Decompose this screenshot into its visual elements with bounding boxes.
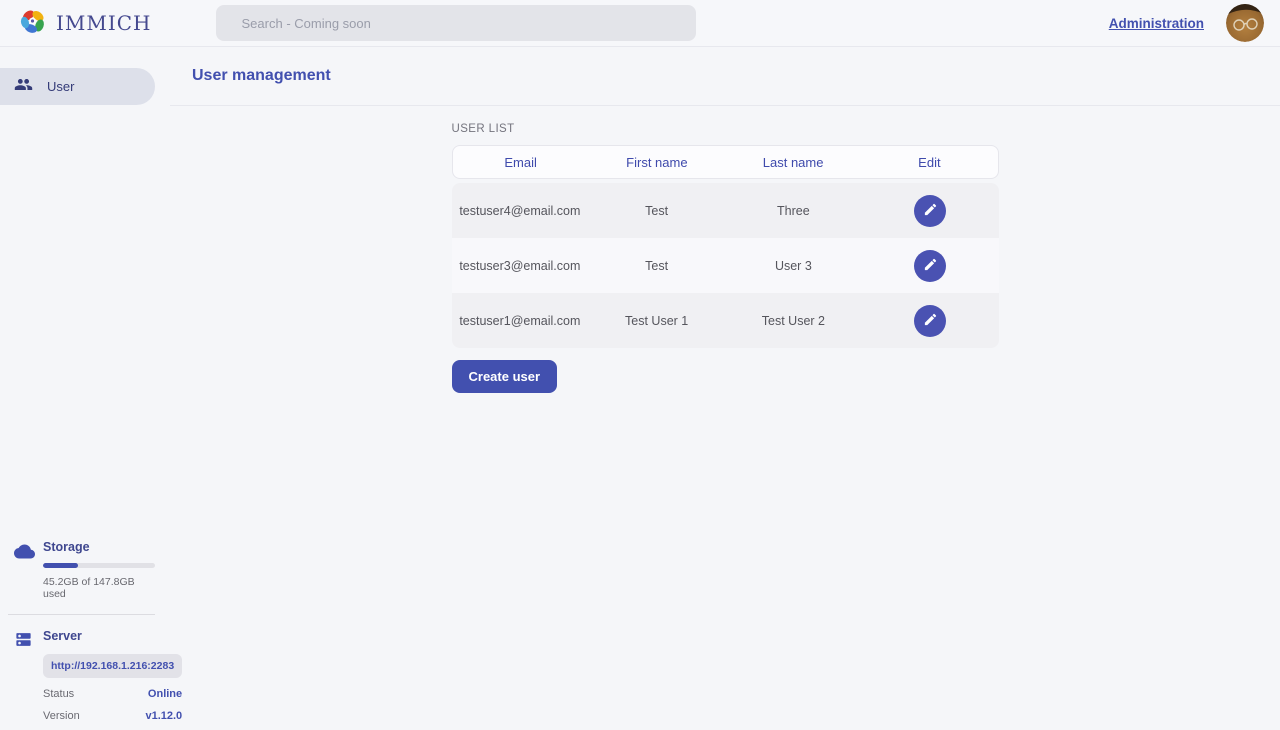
user-list-label: USER LIST [452,123,999,135]
create-user-button[interactable]: Create user [452,360,558,393]
cell-last-name: Test User 2 [725,314,862,328]
edit-user-button[interactable] [914,250,946,282]
storage-progress-fill [43,563,78,568]
server-title: Server [43,629,182,643]
title-bar: User management [170,47,1280,106]
edit-user-button[interactable] [914,195,946,227]
status-value: Online [148,688,182,700]
search-input[interactable] [216,5,696,41]
cell-email: testuser4@email.com [452,204,589,218]
column-header-email: Email [453,155,589,170]
people-icon [14,75,33,99]
immich-flower-icon [18,6,48,41]
storage-section: Storage 45.2GB of 147.8GB used [0,540,170,600]
logo-text: IMMICH [56,11,152,35]
storage-title: Storage [43,540,155,554]
storage-usage-text: 45.2GB of 147.8GB used [43,576,155,600]
server-icon [14,630,36,722]
cell-last-name: User 3 [725,259,862,273]
storage-progress-bar [43,563,155,568]
cell-first-name: Test User 1 [588,314,725,328]
cell-email: testuser3@email.com [452,259,589,273]
cell-email: testuser1@email.com [452,314,589,328]
pencil-icon [923,257,938,275]
version-label: Version [43,710,80,722]
table-row: testuser4@email.com Test Three [452,183,999,238]
cell-first-name: Test [588,259,725,273]
table-row: testuser3@email.com Test User 3 [452,238,999,293]
version-value: v1.12.0 [145,710,182,722]
status-label: Status [43,688,74,700]
server-section: Server http://192.168.1.216:2283 Status … [0,629,170,722]
server-version-row: Version v1.12.0 [43,710,182,722]
pencil-icon [923,312,938,330]
table-header-row: Email First name Last name Edit [452,145,999,179]
pencil-icon [923,202,938,220]
server-url: http://192.168.1.216:2283 [43,654,182,678]
column-header-edit: Edit [861,155,997,170]
sidebar-item-user[interactable]: User [0,68,155,105]
main-content: User management USER LIST Email First na… [170,47,1280,730]
cloud-icon [14,541,36,600]
sidebar-divider [8,614,155,615]
sidebar: User Storage 45.2GB of 147.8GB used [0,47,170,730]
edit-user-button[interactable] [914,305,946,337]
avatar[interactable] [1226,4,1264,42]
sidebar-item-label: User [47,79,74,94]
page-title: User management [192,67,331,85]
app-header: IMMICH Administration [0,0,1280,47]
immich-logo[interactable]: IMMICH [18,6,152,41]
cell-last-name: Three [725,204,862,218]
column-header-first-name: First name [589,155,725,170]
server-status-row: Status Online [43,688,182,700]
cell-first-name: Test [588,204,725,218]
administration-link[interactable]: Administration [1109,16,1204,31]
column-header-last-name: Last name [725,155,861,170]
user-table: testuser4@email.com Test Three [452,183,999,348]
table-row: testuser1@email.com Test User 1 Test Use… [452,293,999,348]
